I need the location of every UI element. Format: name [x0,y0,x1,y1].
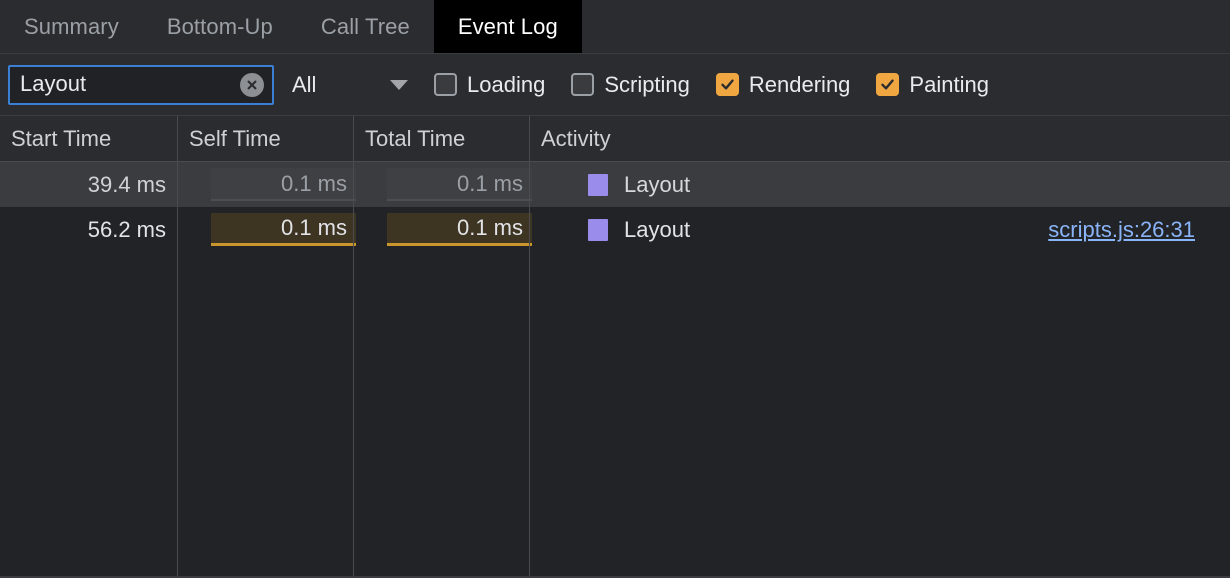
checkbox-scripting-box[interactable] [571,73,594,96]
panel-tabbar: Summary Bottom-Up Call Tree Event Log [0,0,1230,54]
checkbox-rendering[interactable]: Rendering [716,72,851,98]
search-field-container[interactable] [8,65,274,105]
checkbox-loading-box[interactable] [434,73,457,96]
cell-total-time: 0.1 ms [387,213,532,246]
duration-filter-select[interactable]: All [292,65,422,105]
tab-call-tree[interactable]: Call Tree [297,0,434,53]
grid-header-row: Start Time Self Time Total Time Activity [0,116,1230,162]
performance-event-log-panel: Summary Bottom-Up Call Tree Event Log Al… [0,0,1230,578]
duration-filter-value: All [292,72,316,98]
checkbox-painting[interactable]: Painting [876,72,989,98]
cell-start-time: 39.4 ms [0,162,177,207]
grid-body: 39.4 ms 0.1 ms 0.1 ms Layout 56.2 ms 0.1… [0,162,1230,576]
cell-activity-label: Layout [624,172,690,198]
tab-event-log-label: Event Log [458,14,558,40]
source-link[interactable]: scripts.js:26:31 [1048,217,1195,243]
column-header-start-time[interactable]: Start Time [0,116,177,161]
checkbox-loading-label: Loading [467,72,545,98]
checkbox-rendering-box[interactable] [716,73,739,96]
tab-summary[interactable]: Summary [0,0,143,53]
tab-bottom-up[interactable]: Bottom-Up [143,0,297,53]
category-filter-group: Loading Scripting Rendering [434,72,1015,98]
cell-activity-label: Layout [624,217,690,243]
checkbox-scripting[interactable]: Scripting [571,72,690,98]
tab-event-log[interactable]: Event Log [434,0,582,53]
tab-bottom-up-label: Bottom-Up [167,14,273,40]
tab-call-tree-label: Call Tree [321,14,410,40]
table-row[interactable]: 56.2 ms 0.1 ms 0.1 ms Layout scripts.js:… [0,207,1230,252]
filter-toolbar: All Loading Scripting [0,54,1230,116]
checkbox-painting-box[interactable] [876,73,899,96]
cell-start-time: 56.2 ms [0,207,177,252]
column-header-self-time-label: Self Time [189,126,281,152]
tab-summary-label: Summary [24,14,119,40]
activity-color-swatch-icon [588,219,608,241]
activity-color-swatch-icon [588,174,608,196]
column-header-activity[interactable]: Activity [530,116,1230,161]
checkbox-rendering-label: Rendering [749,72,851,98]
chevron-down-icon [390,80,408,90]
cell-total-time: 0.1 ms [387,168,532,201]
table-row[interactable]: 39.4 ms 0.1 ms 0.1 ms Layout [0,162,1230,207]
checkbox-loading[interactable]: Loading [434,72,545,98]
checkbox-painting-label: Painting [909,72,989,98]
cell-activity: Layout [530,162,1230,207]
column-header-total-time-label: Total Time [365,126,465,152]
checkbox-scripting-label: Scripting [604,72,690,98]
column-header-self-time[interactable]: Self Time [178,116,353,161]
cell-activity: Layout scripts.js:26:31 [530,207,1230,252]
cell-self-time: 0.1 ms [211,168,356,201]
event-log-grid: Start Time Self Time Total Time Activity… [0,116,1230,578]
column-header-activity-label: Activity [541,126,611,152]
column-header-total-time[interactable]: Total Time [354,116,529,161]
column-header-start-time-label: Start Time [11,126,111,152]
clear-search-icon[interactable] [240,73,264,97]
cell-self-time: 0.1 ms [211,213,356,246]
